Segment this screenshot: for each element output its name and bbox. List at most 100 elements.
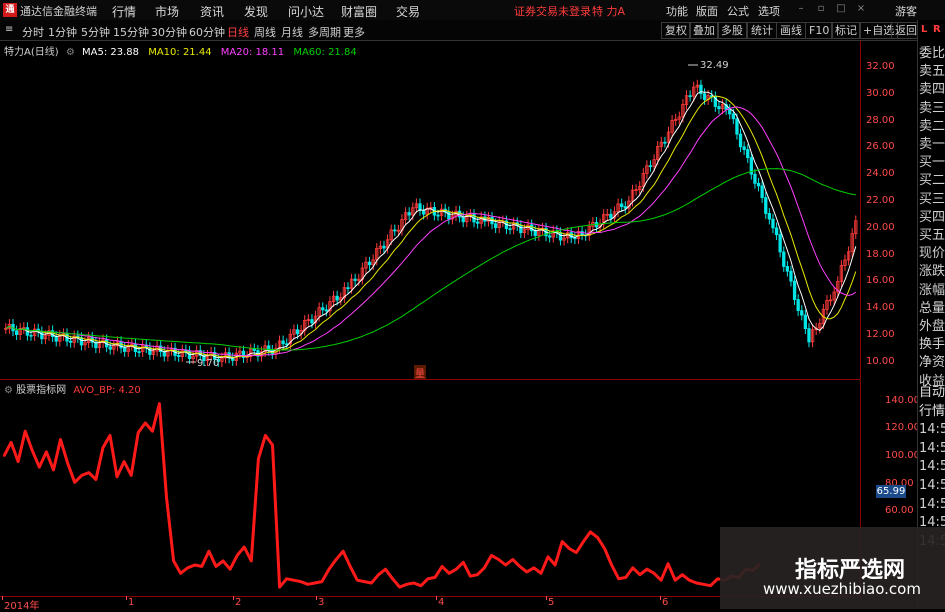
tab-monthly[interactable]: 月线 bbox=[281, 24, 303, 40]
tick-time: 14:5 bbox=[919, 440, 945, 456]
tab-intraday[interactable]: 分时 bbox=[22, 24, 44, 40]
candle-body bbox=[782, 251, 786, 267]
avo-bp-point bbox=[299, 580, 302, 583]
candle-body bbox=[731, 113, 735, 120]
f10-button[interactable]: F10 bbox=[805, 22, 834, 39]
price-tick: 10.00 bbox=[866, 355, 895, 367]
avo-bp-point bbox=[441, 565, 443, 568]
close-icon[interactable]: × bbox=[855, 2, 867, 16]
candle-body bbox=[493, 223, 498, 229]
tab-weekly[interactable]: 周线 bbox=[254, 24, 276, 40]
time-tick-mark bbox=[233, 596, 234, 600]
avo-bp-point bbox=[688, 579, 691, 581]
avo-bp-point bbox=[278, 586, 281, 588]
avo-bp-point bbox=[123, 460, 125, 463]
avo-bp-point bbox=[639, 573, 641, 576]
avo-bp-point bbox=[681, 573, 684, 576]
avo-bp-point bbox=[497, 558, 500, 561]
avo-bp-point bbox=[526, 571, 528, 573]
menu-item-wealth[interactable]: 财富圈 bbox=[341, 3, 377, 20]
tab-5min[interactable]: 5分钟 bbox=[81, 24, 110, 40]
avo-bp-point bbox=[73, 481, 76, 484]
candle-body bbox=[746, 149, 750, 159]
menu-item-market[interactable]: 市场 bbox=[155, 3, 179, 20]
tab-15min[interactable]: 15分钟 bbox=[113, 24, 149, 40]
candle-body bbox=[620, 203, 624, 208]
avo-bp-point bbox=[462, 561, 465, 564]
quote-field-label: 现价 bbox=[919, 246, 945, 262]
avo-bp-point bbox=[490, 554, 493, 557]
stats-button[interactable]: 统计 bbox=[747, 22, 777, 39]
low-price-label: 9.70 bbox=[197, 358, 219, 369]
avo-bp-point bbox=[674, 579, 676, 581]
side-panel-r[interactable]: R bbox=[933, 24, 941, 35]
adjust-button[interactable]: 复权 bbox=[661, 22, 691, 39]
side-panel-toggle[interactable]: L bbox=[921, 24, 927, 35]
candle-body bbox=[295, 329, 300, 335]
tab-multi-period[interactable]: 多周期 bbox=[308, 24, 341, 40]
avo-bp-point bbox=[186, 567, 189, 569]
candle-body bbox=[807, 328, 811, 343]
avo-bp-point bbox=[575, 551, 578, 554]
menu-item-discover[interactable]: 发现 bbox=[244, 3, 268, 20]
volume-marker: 量 bbox=[414, 365, 426, 380]
draw-line-button[interactable]: 画线 bbox=[776, 22, 806, 39]
price-tick: 24.00 bbox=[866, 168, 895, 180]
guest-login[interactable]: 游客 bbox=[895, 3, 917, 19]
candle-body bbox=[742, 146, 746, 151]
maximize-icon[interactable]: □ bbox=[835, 2, 847, 16]
menu-item-news[interactable]: 资讯 bbox=[200, 3, 224, 20]
avo-bp-point bbox=[617, 578, 620, 580]
candle-body bbox=[310, 319, 314, 324]
candle-body bbox=[393, 229, 397, 232]
avo-bp-point bbox=[165, 496, 168, 499]
avo-bp-point bbox=[384, 568, 387, 570]
mark-button[interactable]: 标记 bbox=[831, 22, 861, 39]
candlestick-chart[interactable]: 32.49 9.70 bbox=[0, 41, 860, 379]
avo-bp-point bbox=[398, 586, 401, 588]
tick-time: 14:5 bbox=[919, 496, 945, 512]
quote-field-label: 买五 bbox=[919, 228, 945, 243]
tab-1min[interactable]: 1分钟 bbox=[48, 24, 77, 40]
restore-icon[interactable]: ▫ bbox=[815, 2, 827, 16]
time-tick: 4 bbox=[438, 597, 445, 608]
menu-item-layout[interactable]: 版面 bbox=[696, 3, 718, 19]
menu-item-options[interactable]: 选项 bbox=[758, 3, 780, 19]
tab-daily[interactable]: 日线 bbox=[227, 24, 249, 40]
toolbar-menu-icon[interactable]: ≡ bbox=[5, 24, 13, 35]
quote-field-label: 卖三 bbox=[919, 100, 945, 116]
auto-quote-tab[interactable]: 自动 bbox=[919, 384, 945, 402]
menu-item-ask[interactable]: 问小达 bbox=[288, 3, 324, 20]
tab-30min[interactable]: 30分钟 bbox=[151, 24, 187, 40]
menu-item-function[interactable]: 功能 bbox=[666, 3, 688, 19]
tab-more[interactable]: 更多 bbox=[343, 24, 365, 40]
menu-item-trade[interactable]: 交易 bbox=[396, 3, 420, 20]
avo-bp-point bbox=[603, 547, 606, 550]
avo-bp-point bbox=[257, 458, 260, 460]
menu-item-quotes[interactable]: 行情 bbox=[112, 3, 136, 20]
avo-bp-point bbox=[158, 402, 161, 405]
time-tick-mark bbox=[316, 596, 317, 600]
candle-body bbox=[663, 141, 667, 144]
avo-bp-point bbox=[31, 449, 34, 452]
candle-body bbox=[54, 336, 58, 342]
quote-field-label: 涨幅 bbox=[919, 282, 945, 298]
multi-stock-button[interactable]: 多股 bbox=[717, 22, 747, 39]
avo-bp-point bbox=[130, 474, 132, 477]
overlay-button[interactable]: 叠加 bbox=[689, 22, 719, 39]
menu-item-formula[interactable]: 公式 bbox=[727, 3, 749, 19]
tab-60min[interactable]: 60分钟 bbox=[189, 24, 225, 40]
indicator-tick: 60.00 bbox=[885, 505, 914, 517]
candle-body bbox=[418, 203, 422, 211]
price-tick: 14.00 bbox=[866, 302, 895, 314]
candle-body bbox=[321, 307, 325, 311]
price-tick: 16.00 bbox=[866, 275, 895, 287]
avo-bp-point bbox=[151, 430, 154, 432]
candle-body bbox=[760, 185, 764, 198]
auto-quote-tab[interactable]: 行情 bbox=[919, 403, 945, 421]
candle-body bbox=[609, 213, 613, 219]
minimize-icon[interactable]: – bbox=[795, 2, 807, 16]
avo-bp-point bbox=[469, 575, 472, 577]
avo-bp-point bbox=[695, 582, 698, 584]
candle-body bbox=[753, 173, 757, 184]
